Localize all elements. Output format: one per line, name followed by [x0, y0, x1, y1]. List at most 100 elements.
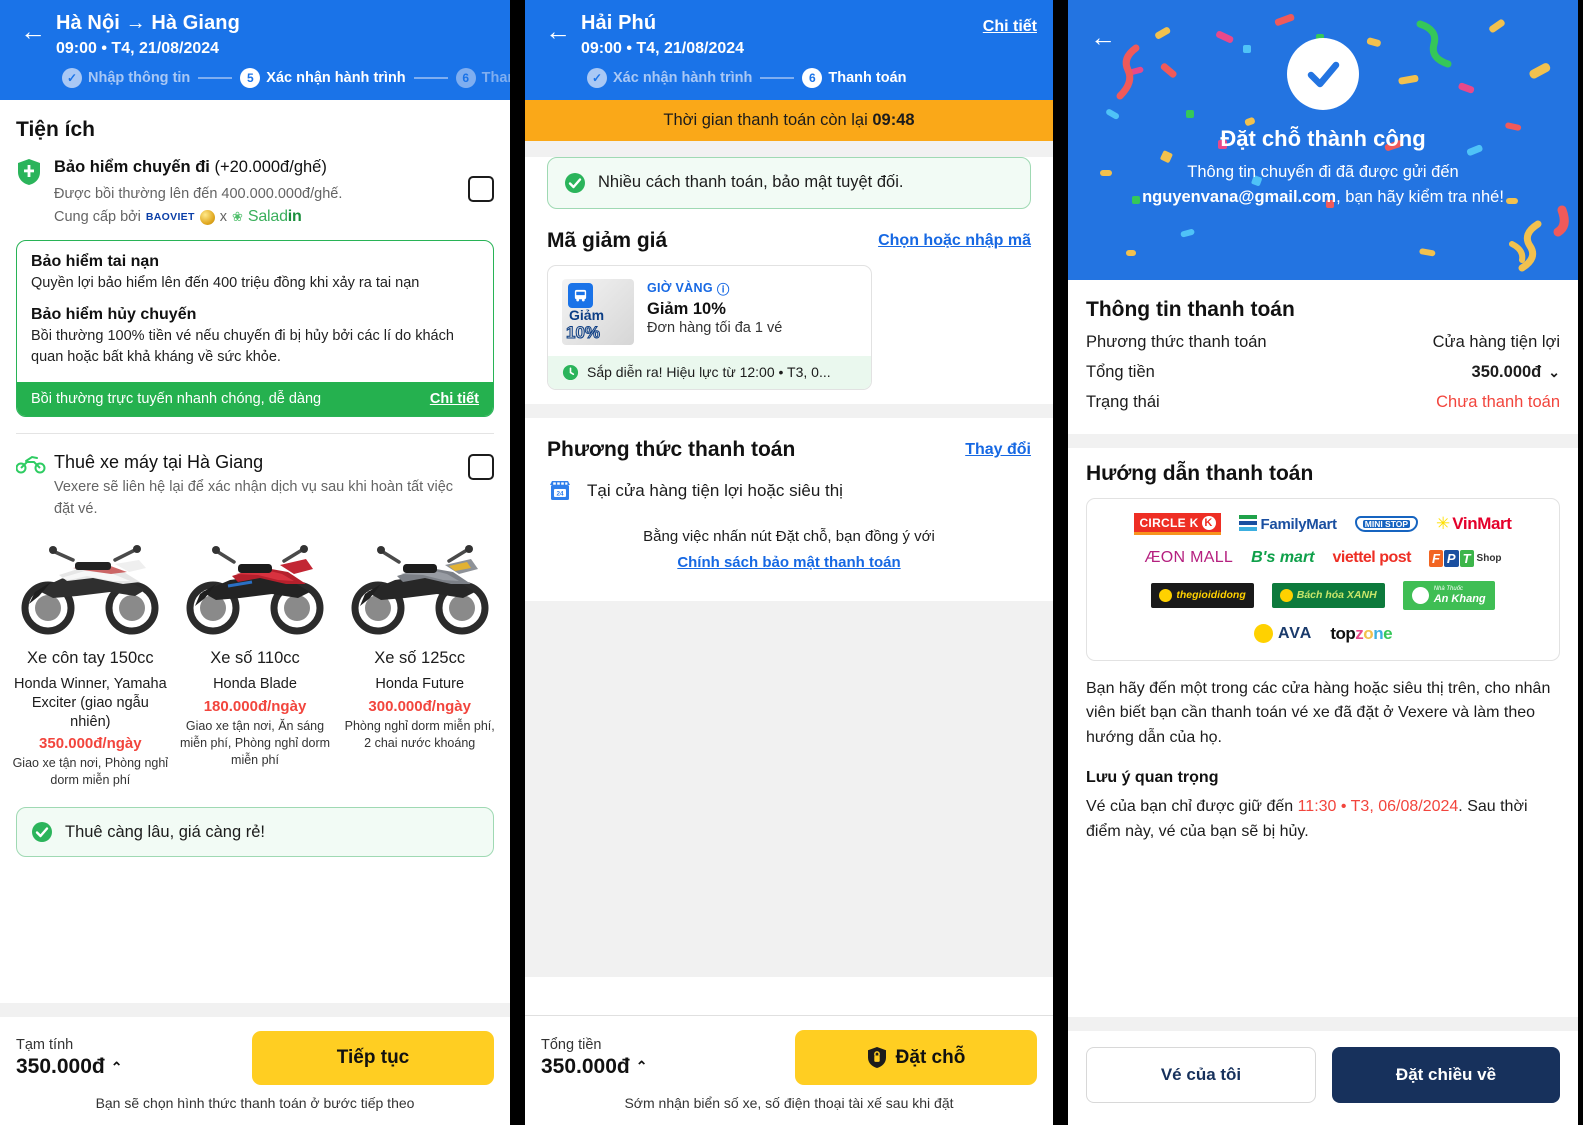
- bike-model: Honda Blade: [213, 675, 297, 692]
- change-payment-method-link[interactable]: Thay đổi: [965, 441, 1031, 459]
- success-email: nguyenvana@gmail.com: [1142, 187, 1337, 206]
- saladin-text: Salad: [247, 208, 288, 226]
- voucher-availability: Sắp diễn ra! Hiệu lực từ 12:00 • T3, 0..…: [587, 364, 831, 381]
- bsmart-logo: B's mart: [1251, 549, 1314, 567]
- familymart-logo: FamilyMart: [1238, 515, 1337, 533]
- payment-info-section: Thông tin thanh toán Phương thức thanh t…: [1068, 280, 1578, 416]
- operator-title: Hải Phú: [581, 12, 657, 34]
- bike-name: Xe côn tay 150cc: [27, 649, 154, 668]
- fpt-shop-text: Shop: [1476, 552, 1502, 564]
- bike-card[interactable]: Xe số 125cc Honda Future 300.000đ/ngày P…: [337, 530, 502, 789]
- chevron-up-icon[interactable]: ⌃: [636, 1058, 648, 1075]
- step-xac-nhan-hanh-trinh[interactable]: ✓ Xác nhận hành trình: [587, 67, 753, 88]
- success-line1: Thông tin chuyến đi đã được gửi đến: [1187, 163, 1459, 181]
- saladin-leaf-icon: ❀: [231, 209, 243, 225]
- insurance-title-price: (+20.000đ/ghế): [209, 157, 327, 176]
- ministop-logo: MINI STOP: [1354, 515, 1419, 533]
- info-icon[interactable]: ⓘ: [717, 279, 730, 298]
- step-thanh-toan[interactable]: 6 Thanh toán: [455, 67, 510, 88]
- step-label: Xác nhận hành trình: [613, 69, 753, 86]
- step-nhap-thong-tin[interactable]: ✓ Nhập thông tin: [62, 67, 191, 88]
- provided-by-label: Cung cấp bởi: [54, 209, 141, 226]
- bike-name: Xe số 110cc: [210, 649, 300, 668]
- back-arrow-icon[interactable]: ←: [541, 14, 575, 48]
- panel2-header: ← Hải Phú 09:00 • T4, 21/08/2024 Chi tiế…: [525, 0, 1053, 100]
- ministop-text: MINI STOP: [1362, 518, 1411, 529]
- back-arrow-icon[interactable]: ←: [16, 14, 50, 48]
- success-title: Đặt chỗ thành công: [1220, 126, 1426, 151]
- voucher-tag-label: GIỜ VÀNG: [647, 281, 713, 296]
- row-value-total[interactable]: 350.000đ ⌄: [1472, 363, 1560, 382]
- voucher-card[interactable]: Giảm 10% GIỜ VÀNG ⓘ Giảm 10% Đơn hàng tố…: [547, 264, 872, 390]
- bsmart-text: B's mart: [1251, 549, 1315, 566]
- bike-photo-2: [177, 530, 334, 642]
- baoviet-logo: BAOVIET: [145, 211, 195, 224]
- my-tickets-button[interactable]: Vé của tôi: [1086, 1047, 1316, 1103]
- panel1-header: ← Hà Nội → Hà Giang 09:00 • T4, 21/08/20…: [0, 0, 510, 100]
- insurance-providers: Cung cấp bởi BAOVIET x ❀ Saladin: [54, 208, 468, 226]
- subtotal-value-row[interactable]: 350.000đ ⌃: [16, 1055, 122, 1079]
- bike-card[interactable]: Xe số 110cc Honda Blade 180.000đ/ngày Gi…: [173, 530, 338, 789]
- bike-name: Xe số 125cc: [374, 649, 466, 668]
- agreement-text: Bằng việc nhấn nút Đặt chỗ, bạn đồng ý v…: [643, 527, 935, 545]
- an-khang-logo: Nhà Thuốc An Khang: [1402, 581, 1495, 610]
- bike-rental-desc: Vexere sẽ liên hệ lại để xác nhận dịch v…: [54, 478, 454, 517]
- departure-datetime: 09:00 • T4, 21/08/2024: [581, 40, 745, 57]
- insurance-checkbox[interactable]: [468, 175, 494, 202]
- step-thanh-toan[interactable]: 6 Thanh toán: [802, 67, 907, 88]
- voucher-tag: GIỜ VÀNG ⓘ: [647, 279, 857, 298]
- panel2-bottom-bar: Tổng tiền 350.000đ ⌃ Đặt chỗ Sớm nhận bi…: [525, 1015, 1053, 1125]
- bike-rental-checkbox[interactable]: [468, 454, 494, 481]
- row-key: Tổng tiền: [1086, 363, 1155, 381]
- ava-text: AVA: [1277, 624, 1313, 642]
- book-seat-button[interactable]: Đặt chỗ: [795, 1030, 1037, 1085]
- payment-guide-paragraph: Bạn hãy đến một trong các cửa hàng hoặc …: [1086, 679, 1551, 747]
- panel1-body: Tiện ích Bảo hiểm chuyến đi (+20.000đ/gh…: [0, 100, 510, 978]
- insurance-option-row: Bảo hiểm chuyến đi (+20.000đ/ghế) Được b…: [0, 146, 510, 227]
- bus-icon: [568, 282, 593, 308]
- ava-logo: AVA: [1253, 624, 1313, 644]
- chevron-down-icon[interactable]: ⌄: [1548, 364, 1560, 381]
- total-block[interactable]: Tổng tiền 350.000đ ⌃: [541, 1037, 647, 1079]
- step-label: Nhập thông tin: [88, 69, 191, 86]
- trip-detail-link[interactable]: Chi tiết: [983, 10, 1037, 36]
- selected-payment-method[interactable]: 24 Tại cửa hàng tiện lợi hoặc siêu thị: [525, 462, 1053, 504]
- important-note-text: Vé của bạn chỉ được giữ đến 11:30 • T3, …: [1068, 787, 1578, 845]
- provider-separator: x: [219, 209, 227, 226]
- benefit-cancel-title: Bảo hiểm hủy chuyến: [31, 306, 197, 324]
- choose-or-enter-code-link[interactable]: Chọn hoặc nhập mã: [878, 232, 1031, 250]
- payment-info-row: Trạng thái Chưa thanh toán: [1086, 382, 1560, 412]
- secure-payment-banner: Nhiều cách thanh toán, bảo mật tuyệt đối…: [547, 156, 1031, 209]
- bike-card[interactable]: Xe côn tay 150cc Honda Winner, Yamaha Ex…: [8, 530, 173, 789]
- book-return-trip-button[interactable]: Đặt chiều về: [1332, 1047, 1560, 1103]
- step-xac-nhan-hanh-trinh[interactable]: 5 Xác nhận hành trình: [240, 67, 406, 88]
- insurance-detail-link[interactable]: Chi tiết: [430, 391, 479, 407]
- svg-text:24: 24: [556, 490, 564, 497]
- vinmart-text: VinMart: [1452, 514, 1512, 533]
- panel-gap: [510, 0, 525, 1125]
- subtotal-label: Tạm tính: [16, 1037, 74, 1053]
- insurance-benefits-card: Bảo hiểm tai nạn Quyền lợi bảo hiểm lên …: [16, 240, 494, 418]
- subtotal-value: 350.000đ: [16, 1055, 105, 1078]
- step-indicator: ✓ Xác nhận hành trình 6 Thanh toán: [525, 60, 1053, 88]
- continue-button[interactable]: Tiếp tục: [252, 1031, 494, 1085]
- section-gap: [1068, 434, 1578, 448]
- row-key: Trạng thái: [1086, 393, 1160, 411]
- privacy-policy-link[interactable]: Chính sách bảo mật thanh toán: [545, 552, 1033, 575]
- step-number-badge: 6: [455, 67, 476, 88]
- bike-model: Honda Winner, Yamaha Exciter (giao ngẫu …: [14, 675, 167, 730]
- an-khang-text: Nhà Thuốc An Khang: [1433, 586, 1486, 605]
- bike-price: 300.000đ/ngày: [368, 697, 471, 715]
- back-arrow-icon[interactable]: ←: [1086, 20, 1120, 54]
- total-value-row[interactable]: 350.000đ ⌃: [541, 1055, 647, 1079]
- note-deadline: 11:30 • T3, 06/08/2024: [1297, 798, 1459, 816]
- insurance-footer-text: Bồi thường trực tuyến nhanh chóng, dễ dà…: [31, 391, 322, 408]
- circle-k-text: CIRCLE K: [1139, 516, 1199, 530]
- subtotal-block[interactable]: Tạm tính 350.000đ ⌃: [16, 1037, 122, 1079]
- payment-method-header: Phương thức thanh toán Thay đổi: [525, 418, 1053, 462]
- topzone-text: topzone: [1330, 623, 1393, 643]
- benefit-accident-title: Bảo hiểm tai nạn: [31, 253, 160, 271]
- success-check-icon: [1287, 38, 1359, 110]
- step-connector: [760, 76, 795, 79]
- chevron-up-icon[interactable]: ⌃: [111, 1059, 123, 1076]
